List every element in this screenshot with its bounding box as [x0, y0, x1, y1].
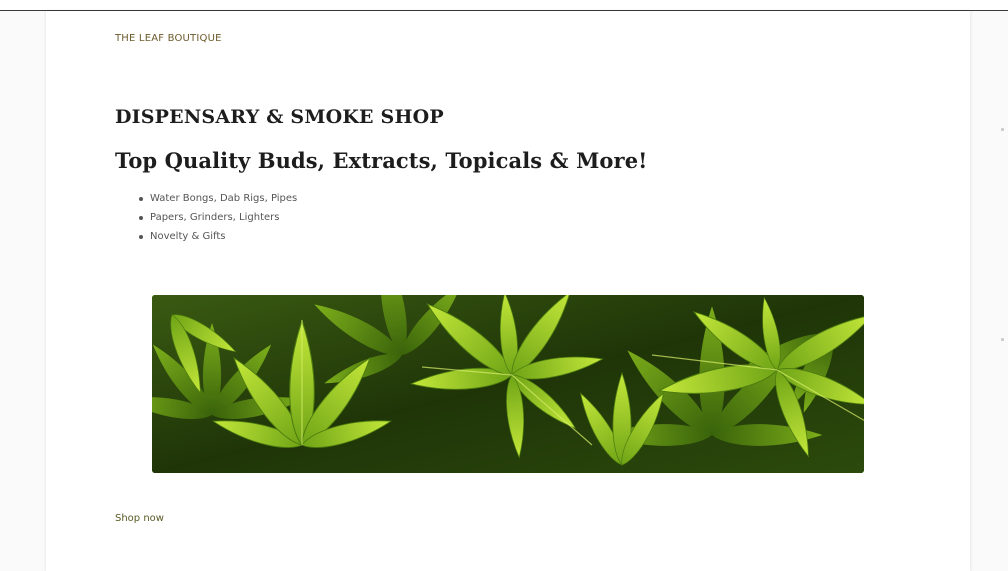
hero-image	[152, 295, 864, 473]
page-gutter-right	[970, 11, 1008, 571]
content-card	[46, 11, 970, 571]
page-heading: DISPENSARY & SMOKE SHOP	[115, 106, 444, 128]
scroll-marker	[1001, 128, 1004, 131]
feature-item: Papers, Grinders, Lighters	[137, 208, 297, 227]
page-gutter-left	[0, 11, 46, 571]
feature-item: Water Bongs, Dab Rigs, Pipes	[137, 189, 297, 208]
shop-now-link[interactable]: Shop now	[115, 513, 164, 524]
page-subheading: Top Quality Buds, Extracts, Topicals & M…	[115, 148, 648, 173]
feature-item: Novelty & Gifts	[137, 227, 297, 246]
scroll-marker	[1001, 338, 1004, 341]
feature-list: Water Bongs, Dab Rigs, Pipes Papers, Gri…	[137, 189, 297, 246]
brand-link[interactable]: THE LEAF BOUTIQUE	[115, 33, 222, 44]
